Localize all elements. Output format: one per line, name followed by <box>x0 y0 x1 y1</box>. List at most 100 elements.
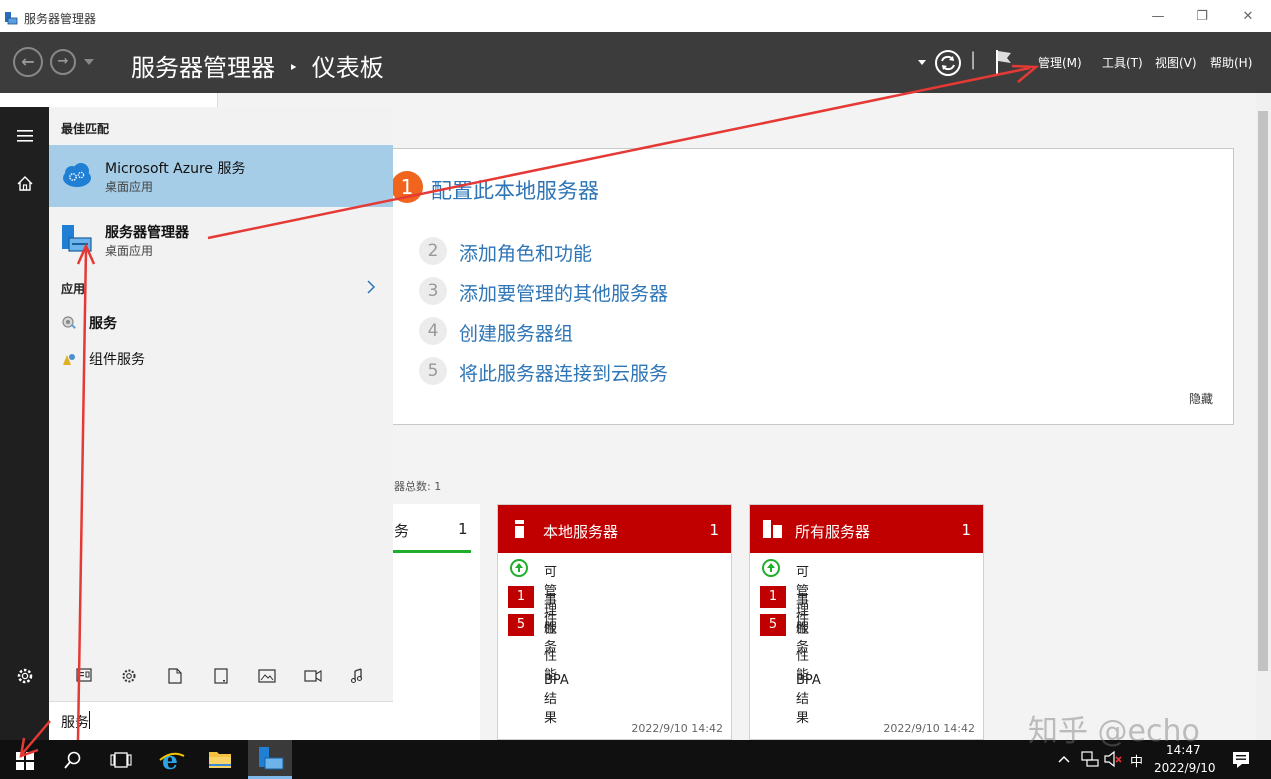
settings-gear-icon[interactable] <box>16 667 34 685</box>
breadcrumb: 服务器管理器 ‣ 仪表板 <box>131 48 384 83</box>
close-button[interactable]: ✕ <box>1233 8 1263 26</box>
show-hidden-icons-chevron[interactable] <box>1058 755 1070 763</box>
step-number: 3 <box>419 277 447 305</box>
result-type: 桌面应用 <box>105 180 154 194</box>
filter-apps-icon[interactable] <box>76 668 92 682</box>
app-item-label: 组件服务 <box>89 352 145 368</box>
volume-muted-icon[interactable] <box>1104 750 1122 768</box>
roles-tile-status-bar <box>380 550 471 553</box>
app-item-label: 服务 <box>89 316 117 332</box>
chevron-right-icon[interactable] <box>367 280 376 294</box>
header-separator: | <box>970 49 977 70</box>
quick-start-panel: 1 配置此本地服务器 2 添加角色和功能 3 添加要管理的其他服务器 4 创建服… <box>380 148 1234 425</box>
svg-text:e: e <box>162 746 178 775</box>
file-explorer-icon[interactable] <box>208 749 232 769</box>
add-servers-link[interactable]: 添加要管理的其他服务器 <box>459 279 668 306</box>
tile-title: 所有服务器 <box>795 523 871 541</box>
ok-arrow-icon <box>510 559 528 577</box>
forward-button[interactable]: → <box>50 49 76 75</box>
tile-header[interactable]: 本地服务器 1 <box>498 505 731 553</box>
step-number: 4 <box>419 317 447 345</box>
tile-timestamp: 2022/9/10 14:42 <box>631 722 723 735</box>
filter-documents-icon[interactable] <box>168 668 182 684</box>
filter-photos-icon[interactable] <box>258 669 276 683</box>
network-icon[interactable] <box>1081 751 1099 767</box>
tile-header[interactable]: 所有服务器 1 <box>750 505 983 553</box>
home-icon[interactable] <box>17 176 33 191</box>
hide-link[interactable]: 隐藏 <box>1189 390 1213 407</box>
ime-indicator[interactable]: 中 <box>1130 751 1143 770</box>
window-titlebar: 服务器管理器 — ❐ ✕ <box>0 0 1271 33</box>
local-server-tile[interactable]: 本地服务器 1 可管理性 1 事件 5 服务 性能 BPA 结果 2022/9/… <box>497 504 732 740</box>
menu-view[interactable]: 视图(V) <box>1155 54 1197 71</box>
configure-local-server-link[interactable]: 配置此本地服务器 <box>431 175 599 205</box>
component-services-icon <box>63 354 75 365</box>
breadcrumb-root[interactable]: 服务器管理器 <box>131 54 275 82</box>
minimize-button[interactable]: — <box>1143 8 1173 26</box>
roles-tile-count: 1 <box>458 520 468 538</box>
taskbar-server-manager[interactable] <box>248 740 292 779</box>
watermark: 知乎 @echo <box>1028 714 1200 749</box>
count-badge: 5 <box>508 614 534 636</box>
services-gear-icon <box>62 316 76 329</box>
result-server-manager[interactable]: 服务器管理器 桌面应用 <box>49 211 393 267</box>
window-title: 服务器管理器 <box>24 12 97 26</box>
servers-icon <box>763 520 782 538</box>
filter-folders-icon[interactable] <box>214 668 228 684</box>
server-manager-icon <box>62 225 92 252</box>
count-badge: 1 <box>760 586 786 608</box>
start-search-box[interactable]: 服务 <box>49 701 393 741</box>
refresh-icon[interactable] <box>934 49 962 77</box>
task-view-icon[interactable] <box>110 752 132 768</box>
scrollbar[interactable] <box>1256 93 1271 740</box>
windows-start-icon[interactable] <box>16 752 34 770</box>
search-icon[interactable] <box>64 751 82 769</box>
menu-manage[interactable]: 管理(M) <box>1038 54 1082 71</box>
start-menu-rail <box>0 107 49 740</box>
create-server-group-link[interactable]: 创建服务器组 <box>459 319 573 346</box>
count-badge: 5 <box>760 614 786 636</box>
clock-date[interactable]: 2022/9/10 <box>1154 761 1216 775</box>
result-name: 服务器管理器 <box>105 225 189 241</box>
count-badge: 1 <box>508 586 534 608</box>
roles-tile-label: 务 <box>394 522 410 540</box>
breadcrumb-page: 仪表板 <box>311 54 384 82</box>
roles-tile-partial[interactable]: 务 1 <box>380 504 480 740</box>
result-type: 桌面应用 <box>105 244 154 258</box>
app-item-component-services[interactable]: 组件服务 <box>49 347 393 373</box>
action-center-icon[interactable] <box>1232 751 1250 769</box>
row-label: BPA 结果 <box>544 673 569 726</box>
filter-videos-icon[interactable] <box>304 670 322 682</box>
back-button[interactable]: ← <box>13 47 43 77</box>
apps-header: 应用 <box>61 282 86 296</box>
refresh-dropdown-icon[interactable] <box>918 60 926 65</box>
notifications-flag-icon[interactable] <box>994 49 1014 75</box>
history-dropdown-icon[interactable] <box>84 59 94 65</box>
best-match-header: 最佳匹配 <box>61 122 110 136</box>
row-label: BPA 结果 <box>796 673 821 726</box>
ok-arrow-icon <box>762 559 780 577</box>
result-name: Microsoft Azure 服务 <box>105 161 246 177</box>
connect-cloud-services-link[interactable]: 将此服务器连接到云服务 <box>459 359 668 386</box>
app-header: ← → 服务器管理器 ‣ 仪表板 | 管理(M) 工具(T) 视图(V) 帮助(… <box>0 32 1271 93</box>
search-input[interactable]: 服务 <box>61 712 89 732</box>
restore-button[interactable]: ❐ <box>1187 8 1217 26</box>
menu-help[interactable]: 帮助(H) <box>1210 54 1252 71</box>
filter-music-icon[interactable] <box>350 668 366 684</box>
filter-settings-icon[interactable] <box>121 668 137 684</box>
scrollbar-thumb[interactable] <box>1258 111 1268 671</box>
menu-tools[interactable]: 工具(T) <box>1102 54 1143 71</box>
all-servers-tile[interactable]: 所有服务器 1 可管理性 1 事件 5 服务 性能 BPA 结果 2022/9/… <box>749 504 984 740</box>
tile-title: 本地服务器 <box>543 523 619 541</box>
tile-timestamp: 2022/9/10 14:42 <box>883 722 975 735</box>
add-roles-features-link[interactable]: 添加角色和功能 <box>459 239 592 266</box>
internet-explorer-icon[interactable]: e <box>159 746 185 775</box>
step-number: 5 <box>419 357 447 385</box>
result-azure-services[interactable]: Microsoft Azure 服务 桌面应用 <box>49 145 393 207</box>
tile-count: 1 <box>961 521 971 539</box>
app-item-services[interactable]: 服务 <box>49 311 393 337</box>
hamburger-menu-icon[interactable] <box>17 130 33 142</box>
azure-cloud-icon <box>63 163 91 187</box>
breadcrumb-separator: ‣ <box>288 58 299 77</box>
server-total-text: 器总数: 1 <box>394 480 442 493</box>
